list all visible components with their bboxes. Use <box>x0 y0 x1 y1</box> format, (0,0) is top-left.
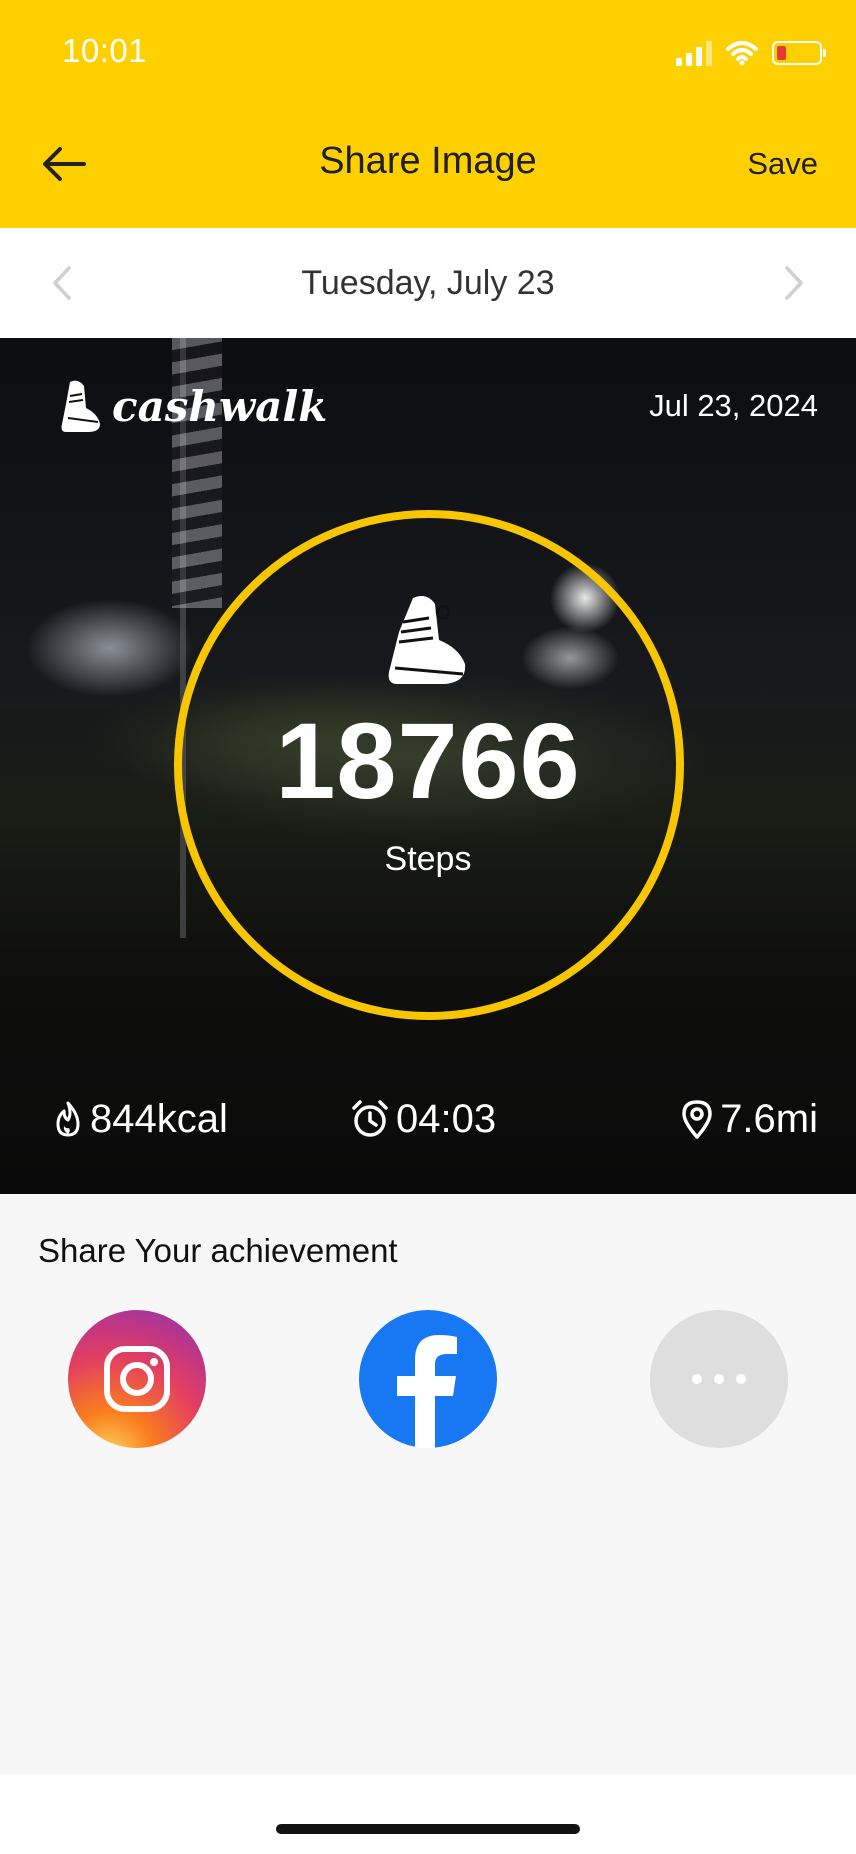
status-icons <box>676 36 826 70</box>
share-image-preview: cashwalk Jul 23, 2024 18766 Steps 844kca… <box>0 338 856 1194</box>
status-time: 10:01 <box>62 32 148 69</box>
logo-text: cashwalk <box>112 381 328 431</box>
facebook-icon <box>397 1335 457 1448</box>
save-button[interactable]: Save <box>747 146 818 182</box>
distance-value: 7.6mi <box>720 1096 818 1141</box>
battery-icon <box>772 41 826 65</box>
date-navigator: Tuesday, July 23 <box>0 228 856 338</box>
steps-count: 18766 <box>275 700 581 821</box>
selected-date: Tuesday, July 23 <box>301 264 555 302</box>
cellular-signal-icon <box>676 40 712 66</box>
steps-label: Steps <box>384 840 472 878</box>
calories-stat: 844kcal <box>52 1094 228 1144</box>
distance-stat: 7.6mi <box>680 1094 818 1144</box>
flame-icon <box>56 1101 80 1137</box>
instagram-icon <box>104 1346 170 1412</box>
page-title: Share Image <box>319 140 537 182</box>
chevron-right-icon <box>785 266 803 300</box>
alarm-clock-icon <box>352 1100 388 1137</box>
wifi-icon <box>726 41 758 66</box>
more-share-options-button[interactable] <box>650 1310 788 1448</box>
home-indicator-area <box>0 1774 856 1854</box>
calories-value: 844kcal <box>90 1096 228 1141</box>
card-date: Jul 23, 2024 <box>649 388 818 423</box>
share-title: Share Your achievement <box>38 1232 398 1269</box>
more-dots-icon <box>686 1374 752 1384</box>
duration-stat: 04:03 <box>350 1094 496 1144</box>
facebook-share-button[interactable] <box>359 1310 497 1448</box>
next-date-button[interactable] <box>774 260 814 306</box>
top-bar: 10:01 Share Image Save <box>0 0 856 228</box>
instagram-share-button[interactable] <box>68 1310 206 1448</box>
home-indicator[interactable] <box>276 1824 580 1834</box>
location-pin-icon <box>682 1100 712 1139</box>
cashwalk-logo: cashwalk <box>58 378 327 434</box>
sneaker-icon <box>61 380 100 432</box>
sneaker-icon <box>388 596 466 684</box>
duration-value: 04:03 <box>396 1096 497 1141</box>
share-section: Share Your achievement <box>0 1194 856 1774</box>
